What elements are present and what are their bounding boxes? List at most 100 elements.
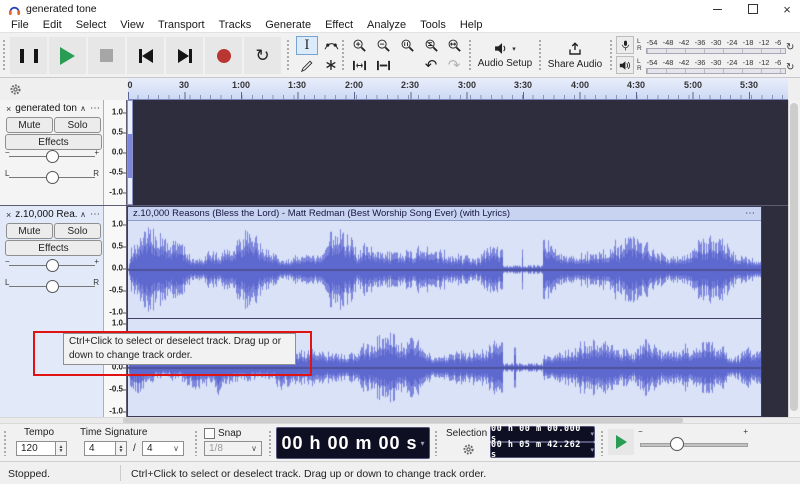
track1-control-panel[interactable]: × generated tone ∧ ⋯ Mute Solo Effects −…	[0, 100, 104, 205]
selection-grip[interactable]	[434, 430, 439, 456]
time-signature-upper-input[interactable]: 4	[84, 441, 116, 456]
time-signature-lower-select[interactable]: 4 ∨	[142, 441, 184, 456]
menu-item-tools[interactable]: Tools	[413, 19, 453, 31]
redo-button[interactable]: ↷	[444, 56, 464, 75]
menu-item-file[interactable]: File	[4, 19, 36, 31]
timedisplay-grip[interactable]	[268, 430, 273, 456]
meter-tick: -18	[742, 58, 754, 67]
tempo-spinner[interactable]: ▲ ▼	[56, 441, 67, 456]
zoom-in-button[interactable]	[348, 36, 370, 55]
audio-setup-grip[interactable]	[468, 39, 473, 72]
multi-tool-button[interactable]: ∗	[320, 56, 342, 75]
track1-gain-slider[interactable]: − +	[5, 148, 99, 163]
horizontal-scrollbar-thumb[interactable]	[123, 418, 683, 423]
track2-clip[interactable]: z.10,000 Reasons (Bless the Lord) - Matt…	[127, 206, 762, 417]
track1-close-icon[interactable]: ×	[6, 104, 11, 114]
track2-clip-header[interactable]: z.10,000 Reasons (Bless the Lord) - Matt…	[128, 207, 761, 221]
tempo-input[interactable]: 120	[16, 441, 56, 456]
track2-name[interactable]: z.10,000 Rea...	[15, 209, 77, 220]
time-display[interactable]: 00 h 00 m 00 s ▾	[276, 427, 430, 459]
gain-slider-thumb[interactable]	[46, 150, 59, 163]
loop-button[interactable]: ↻	[244, 37, 281, 74]
skip-to-end-button[interactable]	[166, 37, 203, 74]
tools-grip[interactable]	[286, 39, 291, 72]
track2-vertical-scale[interactable]: 1.0 0.5 0.0 -0.5 -1.0 1.0 0.5 0.0 -0.5 -…	[104, 206, 127, 417]
transport-grip[interactable]	[2, 39, 7, 72]
snap-grip[interactable]	[194, 430, 199, 456]
undo-button[interactable]: ↶	[420, 56, 442, 75]
track1-name[interactable]: generated tone	[15, 103, 77, 114]
zoom-toggle-button[interactable]	[420, 36, 442, 55]
meters-grip[interactable]	[609, 39, 614, 72]
playback-meter[interactable]: LR -54 -48 -42 -36 -30 -24 -18 -12 -6 ↻	[616, 56, 796, 75]
pan-slider-thumb[interactable]	[46, 171, 59, 184]
track1-solo-button[interactable]: Solo	[54, 117, 101, 133]
menu-item-tracks[interactable]: Tracks	[212, 19, 259, 31]
fit-project-button[interactable]	[444, 36, 464, 55]
gain-slider-thumb[interactable]	[46, 259, 59, 272]
vertical-scrollbar-thumb[interactable]	[790, 103, 798, 411]
track2-collapse-icon[interactable]: ∧	[80, 210, 86, 219]
track2-menu-icon[interactable]: ⋯	[90, 209, 100, 220]
audio-setup-button[interactable]: ▾ Audio Setup	[476, 35, 534, 76]
edit-grip[interactable]	[341, 39, 346, 72]
waveform-canvas-left[interactable]	[128, 221, 761, 318]
track2-mute-button[interactable]: Mute	[6, 223, 53, 239]
play-speed-grip[interactable]	[600, 430, 605, 456]
time-signature-spinner[interactable]: ▲ ▼	[116, 441, 127, 456]
selection-end-field[interactable]: 00 h 05 m 42.262 s ▾	[490, 440, 595, 460]
draw-tool-button[interactable]	[296, 56, 318, 75]
track2-gain-slider[interactable]: − +	[5, 257, 99, 272]
pause-button[interactable]	[10, 37, 47, 74]
track1-menu-icon[interactable]: ⋯	[90, 103, 100, 114]
selection-tool-button[interactable]: I	[296, 36, 318, 55]
envelope-tool-button[interactable]	[320, 36, 342, 55]
snap-checkbox[interactable]	[204, 428, 215, 439]
timeline-options-button[interactable]	[7, 81, 23, 97]
record-meter-button[interactable]	[616, 36, 634, 54]
share-audio-button[interactable]: Share Audio	[545, 35, 605, 76]
speed-slider-thumb[interactable]	[670, 437, 684, 451]
record-button[interactable]	[205, 37, 242, 74]
track2-effects-button[interactable]: Effects	[5, 240, 102, 256]
zoom-selection-button[interactable]	[396, 36, 418, 55]
pan-slider-thumb[interactable]	[46, 280, 59, 293]
maximize-button[interactable]	[736, 0, 770, 18]
share-grip[interactable]	[538, 39, 543, 72]
trim-audio-button[interactable]	[348, 56, 370, 75]
play-speed-slider[interactable]: − +	[638, 427, 748, 451]
track1-mute-button[interactable]: Mute	[6, 117, 53, 133]
record-meter-reset-icon[interactable]: ↻	[786, 42, 794, 53]
track1-pan-slider[interactable]: L R	[5, 169, 99, 184]
silence-audio-button[interactable]	[372, 56, 394, 75]
menu-item-view[interactable]: View	[113, 19, 151, 31]
playback-meter-reset-icon[interactable]: ↻	[786, 62, 794, 73]
menu-item-generate[interactable]: Generate	[258, 19, 318, 31]
menu-item-help[interactable]: Help	[453, 19, 490, 31]
track2-pan-slider[interactable]: L R	[5, 278, 99, 293]
track2-close-icon[interactable]: ×	[6, 210, 11, 220]
timeline-ruler[interactable]: 0 30 1:00 1:30 2:00 2:30 3:00 3:30 4:00 …	[127, 78, 788, 100]
recording-meter[interactable]: LR -54 -48 -42 -36 -30 -24 -18 -12 -6 ↻	[616, 36, 796, 55]
selection-options-button[interactable]	[462, 443, 475, 461]
menu-item-analyze[interactable]: Analyze	[360, 19, 413, 31]
menu-item-effect[interactable]: Effect	[318, 19, 360, 31]
play-at-speed-button[interactable]	[608, 429, 634, 455]
menu-item-select[interactable]: Select	[69, 19, 114, 31]
track2-solo-button[interactable]: Solo	[54, 223, 101, 239]
clip-menu-icon[interactable]: ⋯	[745, 208, 761, 219]
menu-item-transport[interactable]: Transport	[151, 19, 212, 31]
playback-meter-button[interactable]	[616, 56, 634, 74]
skip-to-start-button[interactable]	[127, 37, 164, 74]
minimize-button[interactable]	[700, 0, 734, 18]
menu-item-edit[interactable]: Edit	[36, 19, 69, 31]
track1-collapse-icon[interactable]: ∧	[80, 104, 86, 113]
track1-vertical-scale[interactable]: 1.0 0.5 0.0 -0.5 -1.0	[104, 100, 127, 205]
track2-control-panel[interactable]: × z.10,000 Rea... ∧ ⋯ Mute Solo Effects …	[0, 206, 104, 417]
zoom-out-button[interactable]	[372, 36, 394, 55]
time-toolbar-grip[interactable]	[3, 430, 8, 456]
close-button[interactable]: ×	[770, 0, 800, 18]
snap-select[interactable]: 1/8 ∨	[204, 441, 262, 456]
stop-button[interactable]	[88, 37, 125, 74]
play-button[interactable]	[49, 37, 86, 74]
